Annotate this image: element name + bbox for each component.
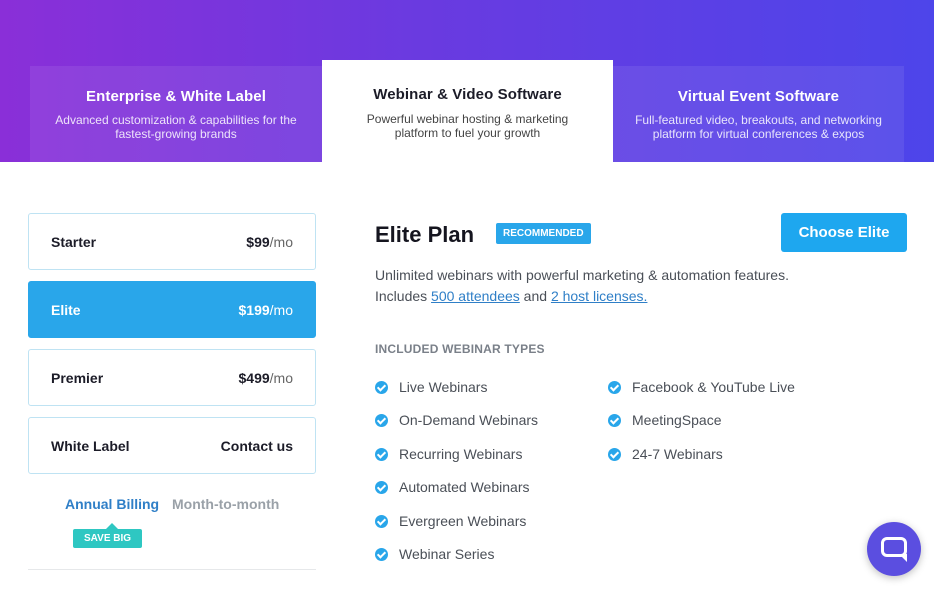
plan-option-starter[interactable]: Starter $99/mo [28, 213, 316, 270]
list-item: Live Webinars [375, 379, 538, 412]
description-prefix: Includes [375, 288, 432, 304]
plan-list: Starter $99/mo Elite $199/mo Premier $49… [28, 213, 316, 485]
webinar-types-column-1: Live Webinars On-Demand Webinars Recurri… [375, 379, 538, 579]
included-types-heading: INCLUDED WEBINAR TYPES [375, 342, 545, 356]
plan-option-premier[interactable]: Premier $499/mo [28, 349, 316, 406]
check-circle-icon [375, 381, 388, 394]
list-item: Automated Webinars [375, 479, 538, 512]
plan-option-elite[interactable]: Elite $199/mo [28, 281, 316, 338]
recommended-badge: RECOMMENDED [496, 223, 591, 244]
save-big-badge: SAVE BIG [73, 523, 143, 548]
tab-description: Powerful webinar hosting & marketing pla… [366, 112, 569, 140]
check-circle-icon [608, 381, 621, 394]
tab-title: Enterprise & White Label [86, 88, 266, 105]
check-circle-icon [375, 447, 388, 461]
list-item: Evergreen Webinars [375, 513, 538, 546]
choose-elite-button[interactable]: Choose Elite [781, 213, 907, 252]
tab-title: Webinar & Video Software [373, 86, 562, 103]
list-item: MeetingSpace [608, 412, 795, 445]
plan-price: $99/mo [246, 233, 293, 250]
plan-description: Unlimited webinars with powerful marketi… [375, 265, 895, 307]
webinar-types-column-2: Facebook & YouTube Live MeetingSpace 24-… [608, 379, 795, 479]
description-and: and [519, 288, 551, 304]
tab-enterprise-white-label[interactable]: Enterprise & White Label Advanced custom… [30, 66, 322, 162]
host-licenses-link[interactable]: 2 host licenses. [551, 288, 648, 304]
attendees-link[interactable]: 500 attendees [431, 288, 520, 304]
check-circle-icon [375, 481, 388, 495]
tab-webinar-video-software[interactable]: Webinar & Video Software Powerful webina… [322, 60, 613, 162]
chat-launcher-button[interactable] [867, 522, 921, 576]
plan-option-white-label[interactable]: White Label Contact us [28, 417, 316, 474]
description-line: Unlimited webinars with powerful marketi… [375, 267, 789, 283]
check-circle-icon [375, 414, 388, 428]
plan-name: Starter [51, 233, 97, 250]
tab-description: Full-featured video, breakouts, and netw… [635, 113, 882, 141]
plan-price: $199/mo [238, 301, 294, 318]
plan-name: Premier [51, 369, 104, 386]
plan-name: White Label [51, 437, 130, 454]
plan-price: $499/mo [238, 369, 294, 386]
tab-title: Virtual Event Software [677, 88, 840, 105]
list-item: Recurring Webinars [375, 446, 538, 479]
check-circle-icon [375, 547, 388, 561]
check-circle-icon [608, 447, 621, 461]
month-to-month-option[interactable]: Month-to-month [172, 496, 279, 512]
list-item: On-Demand Webinars [375, 412, 538, 445]
list-item: 24-7 Webinars [608, 446, 795, 479]
plan-title: Elite Plan [375, 222, 475, 247]
annual-billing-option[interactable]: Annual Billing [65, 496, 159, 512]
plan-price: Contact us [220, 437, 293, 454]
check-circle-icon [375, 514, 388, 528]
divider [28, 569, 316, 570]
list-item: Facebook & YouTube Live [608, 379, 795, 412]
tab-description: Advanced customization & capabilities fo… [55, 113, 297, 141]
hero-banner: Enterprise & White Label Advanced custom… [0, 0, 934, 162]
plan-name: Elite [51, 301, 81, 318]
tab-virtual-event-software[interactable]: Virtual Event Software Full-featured vid… [613, 66, 904, 162]
list-item: Webinar Series [375, 546, 538, 579]
check-circle-icon [608, 414, 621, 428]
chat-bubble-icon [881, 537, 907, 562]
